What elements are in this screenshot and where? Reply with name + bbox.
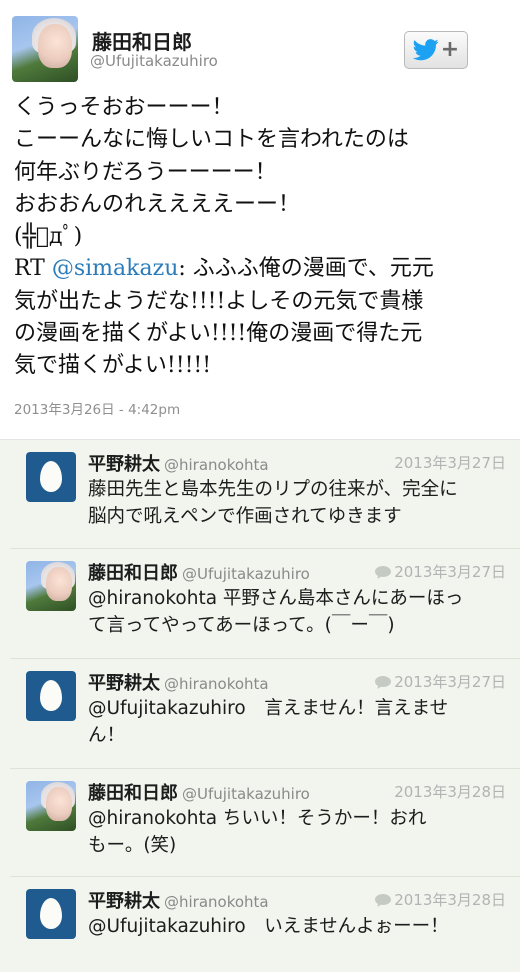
rt-text: : ふふふ俺の漫画で、元元: [178, 256, 434, 282]
photo-avatar[interactable]: [26, 781, 76, 831]
egg-avatar[interactable]: [26, 452, 76, 502]
egg-avatar[interactable]: [26, 889, 76, 939]
reply-bubble-icon: [375, 894, 392, 907]
retweet-line: RT @simakazu: ふふふ俺の漫画で、元元: [14, 253, 514, 285]
reply-author[interactable]: 平野耕太 @hiranokohta: [88, 887, 269, 913]
username[interactable]: @Ufujitakazuhiro: [90, 52, 218, 70]
main-tweet: 藤田和日郎 @Ufujitakazuhiro + くうっそおおーーー！ こーーん…: [0, 0, 520, 440]
reply-item[interactable]: 藤田和日郎 @Ufujitakazuhiro 2013年3月27日 @hirano…: [10, 548, 520, 658]
reply-handle[interactable]: @Ufujitakazuhiro: [182, 565, 310, 583]
reply-author[interactable]: 藤田和日郎 @Ufujitakazuhiro: [88, 779, 310, 805]
tweet-text-line: の漫画を描くがよい!!!!俺の漫画で得た元: [14, 321, 423, 347]
rt-prefix: RT: [14, 256, 52, 282]
tweet-text-line: (╬ﾟдﾟ): [14, 224, 83, 250]
tweet-text: くうっそおおーーー！ こーーんなに悔しいコトを言われたのは 何年ぶりだろうーーー…: [14, 92, 514, 383]
reply-date: 2013年3月27日: [394, 454, 506, 472]
mention-link[interactable]: @simakazu: [52, 256, 179, 281]
reply-author[interactable]: 藤田和日郎 @Ufujitakazuhiro: [88, 559, 310, 585]
follow-button[interactable]: +: [404, 31, 468, 69]
reply-list: 平野耕太 @hiranokohta 2013年3月27日 藤田先生と島本先生のリプ…: [0, 440, 520, 972]
reply-text: @hiranokohta ちいい！そうかー！おれ もー。(笑): [88, 808, 427, 856]
tweet-text-line: こーーんなに悔しいコトを言われたのは: [14, 127, 409, 153]
reply-item[interactable]: 平野耕太 @hiranokohta 2013年3月27日 @Ufujitakazu…: [10, 658, 520, 768]
reply-bubble-icon: [375, 676, 392, 689]
tweet-timestamp[interactable]: 2013年3月26日 - 4:42pm: [14, 398, 180, 418]
reply-item[interactable]: 平野耕太 @hiranokohta 2013年3月27日 藤田先生と島本先生のリプ…: [10, 440, 520, 548]
egg-avatar[interactable]: [26, 671, 76, 721]
reply-text: @hiranokohta 平野さん島本さんにあーほっ て言ってやってあーほって。…: [88, 588, 464, 636]
reply-bubble-icon: [375, 566, 392, 579]
follow-plus-label: +: [440, 37, 460, 62]
tweet-text-line: おおおんのれええええーー！: [14, 191, 301, 217]
reply-handle[interactable]: @hiranokohta: [164, 675, 269, 693]
reply-text: @Ufujitakazuhiro 言えません！言えませ ん！: [88, 698, 449, 746]
reply-author[interactable]: 平野耕太 @hiranokohta: [88, 669, 269, 695]
tweet-text-line: 気が出たようだな!!!!よしその元気で貴様: [14, 288, 424, 314]
reply-author[interactable]: 平野耕太 @hiranokohta: [88, 450, 269, 476]
reply-date: 2013年3月27日: [375, 561, 506, 582]
reply-handle[interactable]: @hiranokohta: [164, 893, 269, 911]
reply-item[interactable]: 平野耕太 @hiranokohta 2013年3月28日 @Ufujitakazu…: [10, 876, 520, 972]
user-avatar[interactable]: [12, 16, 78, 82]
photo-avatar[interactable]: [26, 561, 76, 611]
reply-item[interactable]: 藤田和日郎 @Ufujitakazuhiro 2013年3月28日 @hirano…: [10, 768, 520, 876]
reply-text: @Ufujitakazuhiro いえませんよぉーー！: [88, 916, 449, 937]
reply-date: 2013年3月28日: [375, 889, 506, 910]
tweet-text-line: くうっそおおーーー！: [14, 95, 234, 120]
reply-handle[interactable]: @hiranokohta: [164, 456, 269, 474]
reply-handle[interactable]: @Ufujitakazuhiro: [182, 785, 310, 803]
tweet-text-line: 気で描くがよい!!!!!: [14, 353, 212, 379]
display-name[interactable]: 藤田和日郎: [92, 26, 192, 55]
twitter-bird-icon: [412, 39, 439, 61]
reply-date: 2013年3月27日: [375, 671, 506, 692]
tweet-text-line: 何年ぶりだろうーーーー！: [14, 159, 277, 185]
reply-text: 藤田先生と島本先生のリプの往来が、完全に 脳内で吼えペンで作画されてゆきます: [88, 479, 458, 527]
reply-date: 2013年3月28日: [394, 783, 506, 801]
